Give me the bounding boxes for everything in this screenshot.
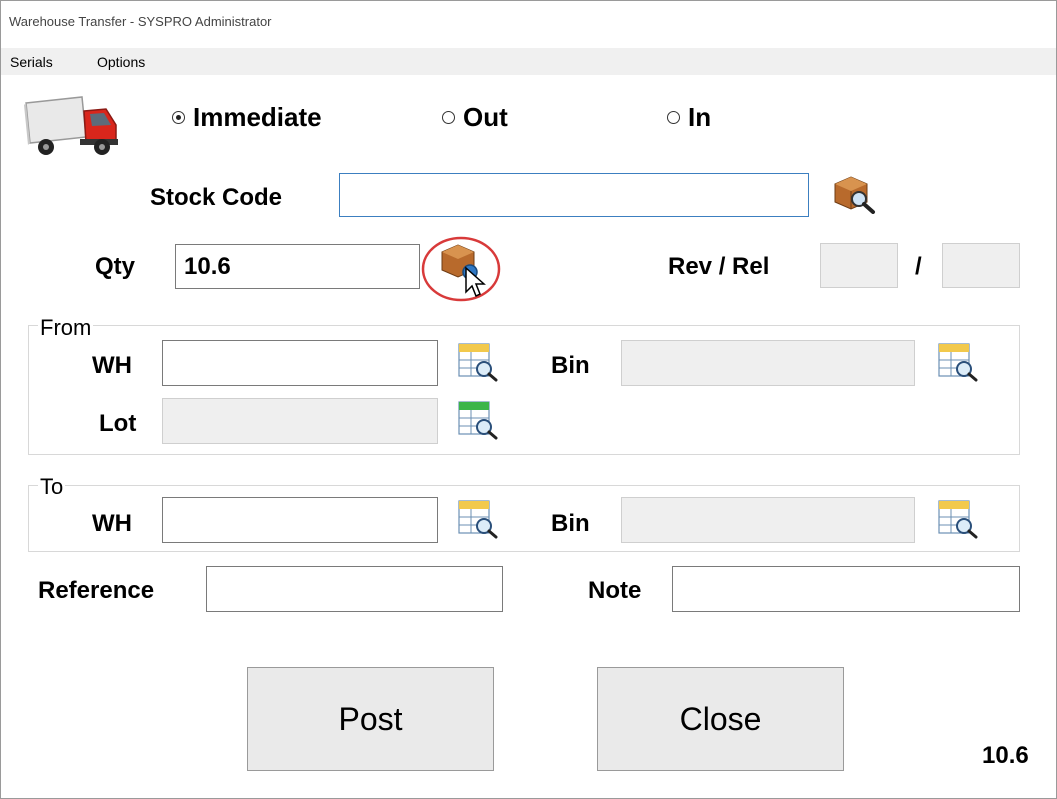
- rev-rel-separator: /: [915, 253, 922, 280]
- to-group-title: To: [38, 474, 66, 500]
- to-wh-label: WH: [92, 510, 132, 537]
- from-bin-field[interactable]: [621, 340, 915, 386]
- radio-out[interactable]: Out: [442, 102, 508, 133]
- rev-field[interactable]: [820, 243, 898, 288]
- close-button[interactable]: Close: [597, 667, 844, 771]
- from-bin-input[interactable]: [622, 341, 914, 385]
- menu-options[interactable]: Options: [97, 54, 145, 70]
- reference-label: Reference: [38, 577, 155, 604]
- to-bin-label: Bin: [551, 510, 590, 537]
- radio-immediate[interactable]: Immediate: [172, 102, 322, 133]
- table-search-icon[interactable]: [937, 499, 979, 539]
- from-lot-input[interactable]: [163, 399, 437, 443]
- from-lot-label: Lot: [99, 410, 137, 437]
- from-bin-label: Bin: [551, 352, 590, 379]
- table-search-icon[interactable]: [457, 342, 499, 382]
- radio-in[interactable]: In: [667, 102, 711, 133]
- to-bin-input[interactable]: [622, 498, 914, 542]
- radio-dot: [667, 111, 680, 124]
- from-wh-input[interactable]: [163, 341, 437, 385]
- note-field[interactable]: [672, 566, 1020, 612]
- radio-in-label: In: [688, 102, 712, 132]
- menu-bar: Serials Options: [1, 48, 1056, 75]
- window-title: Warehouse Transfer - SYSPRO Administrato…: [9, 14, 272, 29]
- stock-code-label: Stock Code: [150, 184, 283, 211]
- post-button[interactable]: Post: [247, 667, 494, 771]
- stock-code-field[interactable]: [339, 173, 809, 217]
- from-lot-field[interactable]: [162, 398, 438, 444]
- reference-field[interactable]: [206, 566, 503, 612]
- table-search-icon[interactable]: [457, 400, 499, 440]
- to-bin-field[interactable]: [621, 497, 915, 543]
- table-search-icon[interactable]: [457, 499, 499, 539]
- note-label: Note: [588, 577, 642, 604]
- status-value: 10.6: [982, 742, 1029, 769]
- title-bar: Warehouse Transfer - SYSPRO Administrato…: [1, 1, 1056, 47]
- to-wh-input[interactable]: [163, 498, 437, 542]
- reference-input[interactable]: [207, 567, 502, 611]
- note-input[interactable]: [673, 567, 1019, 611]
- rev-rel-label: Rev / Rel: [668, 253, 770, 280]
- to-wh-field[interactable]: [162, 497, 438, 543]
- radio-dot: [442, 111, 455, 124]
- stock-code-input[interactable]: [340, 174, 808, 216]
- radio-dot-selected: [172, 111, 185, 124]
- radio-immediate-label: Immediate: [193, 102, 322, 132]
- box-lookup-icon[interactable]: [420, 230, 504, 302]
- from-wh-label: WH: [92, 352, 132, 379]
- rel-field[interactable]: [942, 243, 1020, 288]
- menu-serials[interactable]: Serials: [10, 54, 53, 70]
- qty-input[interactable]: [176, 245, 419, 288]
- from-wh-field[interactable]: [162, 340, 438, 386]
- from-group-title: From: [38, 315, 94, 341]
- post-button-label: Post: [338, 700, 403, 737]
- table-search-icon[interactable]: [937, 342, 979, 382]
- radio-out-label: Out: [463, 102, 508, 132]
- close-button-label: Close: [679, 700, 762, 737]
- rev-input[interactable]: [821, 244, 897, 287]
- qty-label: Qty: [95, 253, 136, 280]
- box-search-icon[interactable]: [829, 172, 877, 214]
- truck-icon: [24, 96, 118, 155]
- rel-input[interactable]: [943, 244, 1019, 287]
- qty-field[interactable]: [175, 244, 420, 289]
